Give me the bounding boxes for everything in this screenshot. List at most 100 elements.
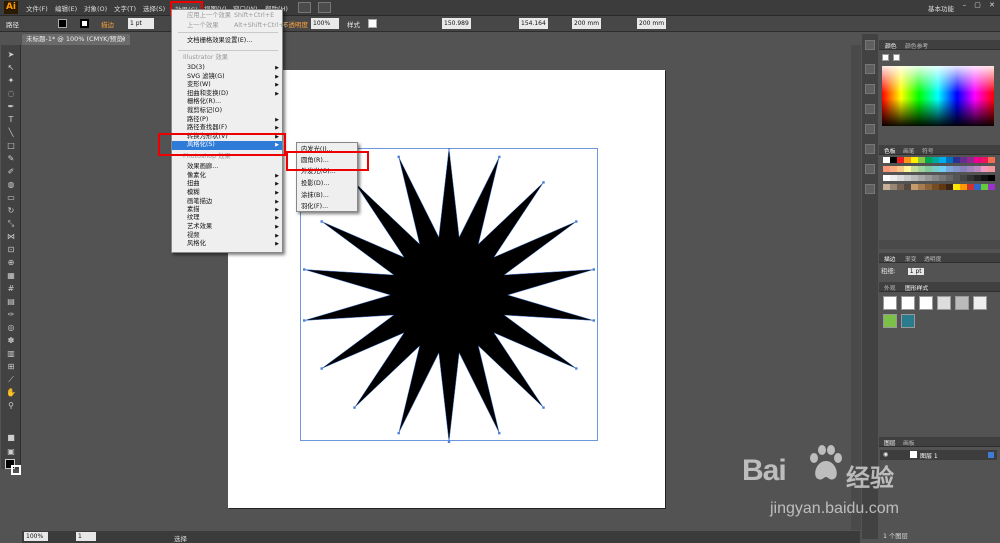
zoom-field[interactable]: 100% [24, 532, 48, 541]
anchor-point[interactable] [542, 406, 545, 409]
tab-stroke[interactable]: 描边 [884, 254, 896, 263]
swatch[interactable] [960, 184, 967, 190]
menu-item[interactable]: 文档栅格效果设置(E)... [172, 37, 282, 46]
stroke-swatch[interactable] [80, 19, 89, 28]
swatch[interactable] [974, 175, 981, 181]
swatch[interactable] [883, 166, 890, 172]
brushes-panel-icon[interactable] [865, 104, 875, 114]
swatch[interactable] [953, 166, 960, 172]
lasso-tool-icon[interactable]: ◌ [5, 88, 17, 100]
menu-select[interactable]: 选择(S) [143, 3, 165, 13]
stroke-panel-icon[interactable] [865, 144, 875, 154]
swatch[interactable] [939, 184, 946, 190]
gradient-tool-icon[interactable]: ▤ [5, 296, 17, 308]
mesh-tool-icon[interactable]: # [5, 283, 17, 295]
swatch[interactable] [904, 175, 911, 181]
menu-object[interactable]: 对象(O) [84, 3, 107, 13]
menu-item[interactable]: 应用上一个效果 Shift+Ctrl+E [172, 12, 282, 21]
swatch[interactable] [967, 184, 974, 190]
swatch[interactable] [883, 184, 890, 190]
swatch[interactable] [960, 175, 967, 181]
swatch[interactable] [967, 166, 974, 172]
swatch[interactable] [946, 184, 953, 190]
menu-item[interactable]: 扭曲 ▶ [172, 180, 282, 189]
zoom-tool-icon[interactable]: ⚲ [5, 400, 17, 412]
hand-tool-icon[interactable]: ✋ [5, 387, 17, 399]
swatch[interactable] [918, 175, 925, 181]
swatch[interactable] [890, 157, 897, 163]
swatch[interactable] [953, 157, 960, 163]
width-field[interactable]: 200 mm [572, 18, 601, 29]
anchor-point[interactable] [592, 268, 595, 271]
swatch[interactable] [932, 184, 939, 190]
anchor-point[interactable] [447, 148, 451, 150]
screen-mode-icon[interactable]: ▣ [5, 446, 17, 458]
tab-gradient[interactable]: 渐变 [905, 254, 917, 263]
anchor-point[interactable] [498, 431, 501, 435]
symbols-panel-icon[interactable] [865, 124, 875, 134]
shape-builder-tool-icon[interactable]: ⊕ [5, 257, 17, 269]
tab-brushes[interactable]: 画笔 [903, 146, 915, 155]
swatch[interactable] [918, 157, 925, 163]
line-tool-icon[interactable]: ╲ [5, 127, 17, 139]
menu-item[interactable]: 艺术效果 ▶ [172, 223, 282, 232]
swatch[interactable] [890, 175, 897, 181]
blob-brush-tool-icon[interactable]: ◍ [5, 179, 17, 191]
swatch[interactable] [960, 166, 967, 172]
rectangle-tool-icon[interactable]: □ [5, 140, 17, 152]
scale-tool-icon[interactable]: ⤡ [5, 218, 17, 230]
style-shadow[interactable] [937, 296, 951, 310]
swatch[interactable] [897, 166, 904, 172]
fill-swatch[interactable] [58, 19, 67, 28]
menu-item[interactable]: 栅格化(R)... [172, 98, 282, 107]
menu-edit[interactable]: 编辑(E) [55, 3, 77, 13]
style-light[interactable] [973, 296, 987, 310]
menu-item[interactable]: 裁剪标记(O) [172, 107, 282, 116]
swatch[interactable] [988, 175, 995, 181]
fill-stroke-indicator[interactable] [5, 459, 21, 475]
close-tab-icon[interactable]: × [121, 34, 126, 45]
blend-tool-icon[interactable]: ◎ [5, 322, 17, 334]
workspace-switcher[interactable]: 基本功能 [928, 3, 954, 13]
swatch[interactable] [974, 184, 981, 190]
swatch[interactable] [946, 166, 953, 172]
document-tab[interactable]: 未标题-1* @ 100% (CMYK/预览) × [22, 34, 130, 45]
swatch[interactable] [911, 157, 918, 163]
menu-item[interactable]: 效果画廊... [172, 163, 282, 172]
swatch[interactable] [939, 157, 946, 163]
style-default[interactable] [883, 296, 897, 310]
menu-item[interactable]: 变形(W) ▶ [172, 81, 282, 90]
style-grey-gradient[interactable] [955, 296, 969, 310]
layer-target-icon[interactable] [988, 452, 994, 458]
magic-wand-tool-icon[interactable]: ✦ [5, 75, 17, 87]
swatch[interactable] [918, 184, 925, 190]
anchor-point[interactable] [447, 440, 451, 443]
swatch[interactable] [932, 175, 939, 181]
swatch[interactable] [981, 157, 988, 163]
swatch[interactable] [960, 157, 967, 163]
artboard-tool-icon[interactable]: ⊞ [5, 361, 17, 373]
menu-type[interactable]: 文字(T) [114, 3, 136, 13]
free-transform-tool-icon[interactable]: ⊡ [5, 244, 17, 256]
type-tool-icon[interactable]: T [5, 114, 17, 126]
tab-color-guide[interactable]: 颜色参考 [905, 41, 928, 50]
swatch[interactable] [897, 157, 904, 163]
style-none[interactable] [901, 296, 915, 310]
swatch[interactable] [939, 166, 946, 172]
opacity-field[interactable]: 100% [311, 18, 339, 29]
swatch[interactable] [946, 157, 953, 163]
anchor-point[interactable] [303, 319, 306, 322]
menu-item[interactable]: 风格化 ▶ [172, 240, 282, 249]
eyedropper-tool-icon[interactable]: ✑ [5, 309, 17, 321]
artboard-number-field[interactable]: 1 [76, 532, 96, 541]
color-mode-icon[interactable]: ■ [5, 432, 17, 444]
graph-tool-icon[interactable]: ▥ [5, 348, 17, 360]
swatch[interactable] [981, 175, 988, 181]
y-field[interactable]: 154.164 [519, 18, 548, 29]
anchor-point[interactable] [592, 319, 595, 322]
swatch[interactable] [981, 166, 988, 172]
swatch[interactable] [988, 166, 995, 172]
menu-item[interactable]: 路径查找器(F) ▶ [172, 124, 282, 133]
swatch[interactable] [988, 184, 995, 190]
bridge-icon[interactable] [298, 2, 311, 13]
